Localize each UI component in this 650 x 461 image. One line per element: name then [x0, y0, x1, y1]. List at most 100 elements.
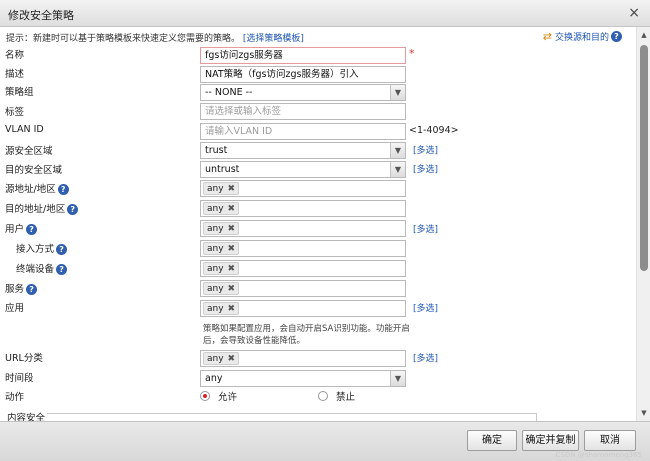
action-allow-label: 允许	[218, 392, 238, 403]
terminal-input[interactable]: any ✖	[200, 260, 406, 277]
remove-tag-icon[interactable]: ✖	[228, 264, 236, 274]
tag-text: any	[207, 223, 224, 234]
remove-tag-icon[interactable]: ✖	[228, 354, 236, 364]
vlan-range: <1-4094>	[409, 125, 459, 136]
tag-input[interactable]: 请选择或输入标签	[200, 103, 406, 120]
name-input[interactable]: fgs访问zgs服务器	[200, 47, 406, 64]
access-mode-tag: any ✖	[203, 242, 240, 255]
hint-text: 提示：新建时可以基于策略模板来快速定义您需要的策略。 [选择策略模板]	[6, 31, 304, 44]
scrollbar-thumb[interactable]	[640, 45, 648, 271]
help-icon[interactable]: ?	[67, 204, 79, 215]
dialog-titlebar: 修改安全策略 ×	[0, 0, 650, 27]
service-label: 服务?	[5, 281, 38, 295]
policy-group-select[interactable]: -- NONE -- ▼	[200, 84, 406, 101]
dialog-title: 修改安全策略	[8, 9, 74, 22]
vlan-input[interactable]: 请输入VLAN ID	[200, 123, 406, 140]
vlan-label: VLAN ID	[5, 124, 44, 135]
remove-tag-icon[interactable]: ✖	[228, 224, 236, 234]
cancel-button[interactable]: 取消	[584, 430, 636, 451]
user-label-text: 用户	[5, 224, 25, 235]
dst-zone-multi-link[interactable]: [多选]	[413, 162, 438, 175]
chevron-down-icon[interactable]: ▼	[390, 371, 405, 386]
close-icon[interactable]: ×	[628, 5, 640, 21]
dst-addr-tag: any ✖	[203, 202, 240, 215]
policy-group-label: 策略组	[5, 87, 34, 98]
terminal-label-text: 终端设备	[16, 264, 55, 275]
dst-zone-select[interactable]: untrust ▼	[200, 161, 406, 178]
help-icon[interactable]: ?	[26, 224, 38, 235]
src-addr-input[interactable]: any ✖	[200, 180, 406, 197]
dst-zone-value: untrust	[205, 164, 240, 175]
action-allow-radio[interactable]: 允许	[200, 389, 237, 403]
chevron-down-icon[interactable]: ▼	[390, 85, 405, 100]
vertical-scrollbar[interactable]: ▲ ▼	[636, 27, 650, 421]
help-icon[interactable]: ?	[26, 284, 38, 295]
content-security-section	[5, 413, 537, 421]
access-mode-label-text: 接入方式	[16, 244, 55, 255]
time-range-select[interactable]: any ▼	[200, 370, 406, 387]
scroll-up-icon[interactable]: ▲	[637, 29, 650, 41]
time-range-label: 时间段	[5, 373, 34, 384]
user-input[interactable]: any ✖	[200, 220, 406, 237]
url-category-input[interactable]: any ✖	[200, 350, 406, 367]
action-deny-label: 禁止	[336, 392, 356, 403]
user-multi-link[interactable]: [多选]	[413, 222, 438, 235]
select-template-link[interactable]: [选择策略模板]	[243, 34, 304, 44]
time-range-value: any	[205, 373, 223, 384]
tag-text: any	[207, 353, 224, 364]
action-label: 动作	[5, 392, 25, 403]
ok-and-copy-button[interactable]: 确定并复制	[522, 430, 579, 451]
terminal-tag: any ✖	[203, 262, 240, 275]
swap-src-dst-link[interactable]: ⇄ 交换源和目的 ?	[543, 30, 622, 43]
help-icon[interactable]: ?	[611, 31, 622, 42]
remove-tag-icon[interactable]: ✖	[228, 304, 236, 314]
scroll-down-icon[interactable]: ▼	[637, 407, 650, 419]
tag-label: 标签	[5, 107, 25, 118]
description-input[interactable]: NAT策略（fgs访问zgs服务器）引入	[200, 66, 406, 83]
swap-icon: ⇄	[542, 30, 552, 43]
tag-text: any	[207, 283, 224, 294]
application-tag: any ✖	[203, 302, 240, 315]
access-mode-input[interactable]: any ✖	[200, 240, 406, 257]
help-icon[interactable]: ?	[56, 244, 68, 255]
src-zone-value: trust	[205, 145, 228, 156]
name-label: 名称	[5, 50, 25, 61]
chevron-down-icon[interactable]: ▼	[390, 162, 405, 177]
user-label: 用户?	[5, 221, 38, 235]
help-icon[interactable]: ?	[56, 264, 68, 275]
description-label: 描述	[5, 69, 25, 80]
access-mode-label: 接入方式?	[16, 241, 68, 255]
service-tag: any ✖	[203, 282, 240, 295]
policy-group-value: -- NONE --	[205, 87, 253, 98]
radio-selected-icon	[200, 391, 210, 401]
remove-tag-icon[interactable]: ✖	[228, 244, 236, 254]
service-input[interactable]: any ✖	[200, 280, 406, 297]
src-addr-tag: any ✖	[203, 182, 240, 195]
radio-unselected-icon	[318, 391, 328, 401]
dst-addr-input[interactable]: any ✖	[200, 200, 406, 217]
application-note: 策略如果配置应用，会自动开启SA识别功能。功能开启后，会导致设备性能降低。	[203, 324, 410, 346]
tag-text: any	[207, 243, 224, 254]
src-zone-select[interactable]: trust ▼	[200, 142, 406, 159]
dst-addr-label: 目的地址/地区?	[5, 201, 79, 215]
application-input[interactable]: any ✖	[200, 300, 406, 317]
url-category-multi-link[interactable]: [多选]	[413, 351, 438, 364]
application-multi-link[interactable]: [多选]	[413, 301, 438, 314]
application-label: 应用	[5, 303, 25, 314]
src-addr-label: 源地址/地区?	[5, 181, 69, 195]
chevron-down-icon[interactable]: ▼	[390, 143, 405, 158]
tag-text: any	[207, 263, 224, 274]
remove-tag-icon[interactable]: ✖	[228, 184, 236, 194]
dst-zone-label: 目的安全区域	[5, 165, 63, 176]
dst-addr-label-text: 目的地址/地区	[5, 204, 66, 215]
remove-tag-icon[interactable]: ✖	[228, 204, 236, 214]
src-zone-multi-link[interactable]: [多选]	[413, 143, 438, 156]
src-zone-label: 源安全区域	[5, 146, 53, 157]
service-label-text: 服务	[5, 284, 25, 295]
swap-label: 交换源和目的	[554, 33, 609, 43]
remove-tag-icon[interactable]: ✖	[228, 284, 236, 294]
ok-button[interactable]: 确定	[467, 430, 517, 451]
action-deny-radio[interactable]: 禁止	[318, 389, 355, 403]
help-icon[interactable]: ?	[57, 184, 69, 195]
tag-text: any	[207, 303, 224, 314]
